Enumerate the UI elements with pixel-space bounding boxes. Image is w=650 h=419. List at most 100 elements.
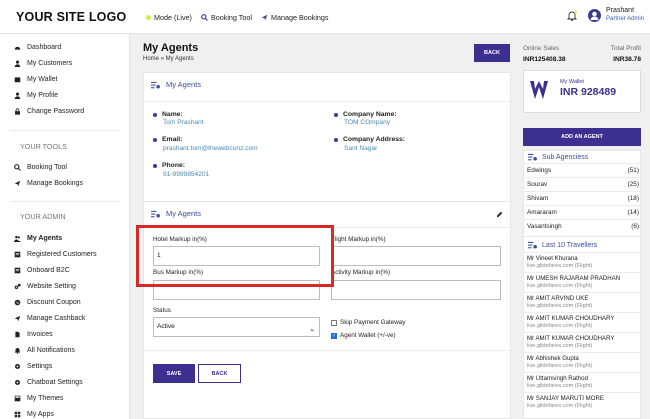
list-item[interactable]: Shivam (18) bbox=[524, 191, 642, 205]
card-divider bbox=[144, 350, 510, 351]
sidebar-item-manage-cashback[interactable]: Manage Cashback bbox=[14, 315, 85, 322]
wallet-icon bbox=[14, 77, 21, 83]
list-item[interactable]: Mr Vineet Khurana live.glidefares.com (Fl… bbox=[524, 252, 642, 272]
lock-icon bbox=[15, 108, 20, 115]
sidebar-item-label: Registered Customers bbox=[27, 251, 97, 258]
edit-icon[interactable] bbox=[496, 211, 503, 218]
status-select[interactable]: Active ⌄ bbox=[153, 317, 320, 337]
activity-markup-input[interactable] bbox=[331, 280, 501, 300]
sidebar-item-settings[interactable]: Settings bbox=[14, 363, 52, 370]
status-select-value: Active bbox=[157, 323, 175, 330]
sidebar-item-booking-tool[interactable]: Booking Tool bbox=[14, 164, 67, 171]
sidebar-item-registered-customers[interactable]: Registered Customers bbox=[14, 251, 97, 258]
site-logo[interactable]: YOUR SITE LOGO bbox=[16, 10, 126, 24]
last-travellers-card: Last 10 Travellers Mr Vineet Khurana live… bbox=[523, 236, 642, 419]
top-bar: YOUR SITE LOGO Mode (Live) Booking Tool … bbox=[0, 0, 650, 34]
sidebar-item-onboard-b2c[interactable]: Onboard B2C bbox=[14, 267, 70, 274]
phone-label-text: Phone: bbox=[162, 162, 186, 169]
sidebar-heading-admin: YOUR ADMIN bbox=[20, 212, 66, 221]
sidebar-item-my-wallet[interactable]: My Wallet bbox=[14, 76, 57, 83]
traveller-name: Mr SANJAY MARUTI MORE bbox=[527, 395, 604, 402]
list-item[interactable]: Mr SANJAY MARUTI MORE live.glidefares.com… bbox=[524, 392, 642, 412]
gears-icon bbox=[14, 283, 21, 289]
manage-bookings-link[interactable]: Manage Bookings bbox=[261, 13, 329, 22]
sidebar-item-my-profile[interactable]: My Profile bbox=[14, 92, 58, 99]
list-item[interactable]: Mr AMIT KUMAR CHOUDHARY live.glidefares.c… bbox=[524, 332, 642, 352]
list-icon bbox=[14, 251, 21, 258]
top-nav: Mode (Live) Booking Tool Manage Bookings bbox=[146, 13, 329, 22]
list-item[interactable]: Mr UMESH RAJARAM PRADHAN live.glidefares.… bbox=[524, 272, 642, 292]
card-divider bbox=[144, 101, 510, 102]
sidebar-item-label: My Apps bbox=[27, 411, 54, 418]
sub-agency-count: (18) bbox=[627, 195, 639, 202]
flight-markup-input[interactable] bbox=[331, 246, 501, 266]
sidebar-item-manage-bookings[interactable]: Manage Bookings bbox=[14, 180, 83, 187]
wallet-amount: INR 928489 bbox=[560, 86, 617, 98]
company-address-label-text: Company Address: bbox=[343, 136, 406, 143]
list-check-icon bbox=[151, 81, 160, 89]
sidebar-item-label: All Notifications bbox=[27, 347, 75, 354]
sidebar-item-label: Onboard B2C bbox=[27, 267, 70, 274]
sidebar-divider bbox=[10, 201, 120, 202]
checkbox-unchecked-icon bbox=[331, 319, 337, 326]
traveller-name: Mr Uttamsingh Rathod bbox=[527, 375, 588, 382]
wallet-card[interactable]: My Wallet INR 928489 bbox=[523, 70, 641, 113]
bullet-icon bbox=[153, 137, 157, 142]
name-label: Name: bbox=[153, 111, 183, 118]
sub-agency-count: (25) bbox=[627, 181, 639, 188]
sidebar-item-label: My Profile bbox=[27, 92, 59, 99]
sidebar-item-change-password[interactable]: Change Password bbox=[14, 108, 84, 115]
sidebar-item-discount-coupon[interactable]: % Discount Coupon bbox=[14, 299, 81, 306]
back-button-top[interactable]: BACK bbox=[474, 44, 510, 62]
sidebar-item-my-apps[interactable]: My Apps bbox=[14, 411, 54, 418]
traveller-name: Mr AMIT KUMAR CHOUDHARY bbox=[527, 315, 615, 322]
sidebar-item-invoices[interactable]: Invoices bbox=[14, 331, 53, 338]
list-item[interactable]: Sourav (25) bbox=[524, 177, 642, 191]
main-content: My Agents Home » My Agents BACK My Agent… bbox=[131, 34, 519, 419]
booking-tool-label: Booking Tool bbox=[210, 13, 252, 22]
traveller-source: live.glidefares.com (Flight) bbox=[527, 403, 593, 409]
breadcrumb[interactable]: Home » My Agents bbox=[143, 56, 194, 62]
notification-bell-icon[interactable] bbox=[566, 10, 578, 22]
traveller-name: Mr UMESH RAJARAM PRADHAN bbox=[527, 275, 621, 282]
sidebar-item-dashboard[interactable]: Dashboard bbox=[14, 44, 61, 51]
sidebar-item-my-agents[interactable]: My Agents bbox=[14, 235, 62, 242]
user-name[interactable]: Prashant bbox=[606, 7, 634, 14]
agent-info-card-title: My Agents bbox=[166, 80, 202, 89]
users-icon bbox=[14, 235, 21, 242]
sidebar-item-chatboat-settings[interactable]: Chatboat Settings bbox=[14, 379, 83, 386]
sidebar-item-label: My Themes bbox=[27, 395, 64, 402]
traveller-name: Mr Vineet Khurana bbox=[527, 255, 578, 262]
sidebar-item-website-setting[interactable]: Website Setting bbox=[14, 283, 76, 290]
sidebar-item-label: Manage Bookings bbox=[27, 180, 84, 187]
agent-wallet-checkbox[interactable]: ✓ Agent Wallet (+/-ve) bbox=[331, 332, 396, 339]
total-profit-label: Total Profit bbox=[610, 45, 641, 52]
traveller-name: Mr AMIT ARVIND UKE bbox=[527, 295, 589, 302]
wallet-label: My Wallet bbox=[560, 79, 584, 85]
skip-payment-checkbox[interactable]: Skip Payment Gateway bbox=[331, 319, 405, 326]
list-item[interactable]: Edwings (51) bbox=[524, 163, 642, 177]
sidebar-item-my-customers[interactable]: My Customers bbox=[14, 60, 72, 67]
plane-icon bbox=[261, 14, 268, 21]
total-profit-value: INR38.78 bbox=[613, 56, 641, 63]
theme-icon bbox=[14, 395, 21, 402]
list-check-icon bbox=[528, 153, 537, 161]
list-item[interactable]: Mr AMIT KUMAR CHOUDHARY live.glidefares.c… bbox=[524, 312, 642, 332]
user-avatar[interactable] bbox=[588, 9, 601, 22]
coupon-icon: % bbox=[14, 299, 21, 306]
back-button[interactable]: BACK bbox=[198, 364, 241, 383]
bell-icon bbox=[14, 348, 21, 354]
list-item[interactable]: Vasantsingh (6) bbox=[524, 219, 642, 233]
list-item[interactable]: Mr Uttamsingh Rathod live.glidefares.com … bbox=[524, 372, 642, 392]
add-agent-button[interactable]: ADD AN AGENT bbox=[523, 128, 641, 146]
traveller-name: Mr AMIT KUMAR CHOUDHARY bbox=[527, 335, 615, 342]
sidebar-item-all-notifications[interactable]: All Notifications bbox=[14, 347, 75, 354]
highlight-box bbox=[136, 225, 334, 287]
list-item[interactable]: Amararam (14) bbox=[524, 205, 642, 219]
mode-live-link[interactable]: Mode (Live) bbox=[146, 13, 192, 22]
list-item[interactable]: Mr Abhishek Gupta live.glidefares.com (Fl… bbox=[524, 352, 642, 372]
sidebar-item-my-themes[interactable]: My Themes bbox=[14, 395, 63, 402]
booking-tool-link[interactable]: Booking Tool bbox=[201, 13, 252, 22]
save-button[interactable]: SAVE bbox=[153, 364, 195, 383]
list-item[interactable]: Mr AMIT ARVIND UKE live.glidefares.com (F… bbox=[524, 292, 642, 312]
